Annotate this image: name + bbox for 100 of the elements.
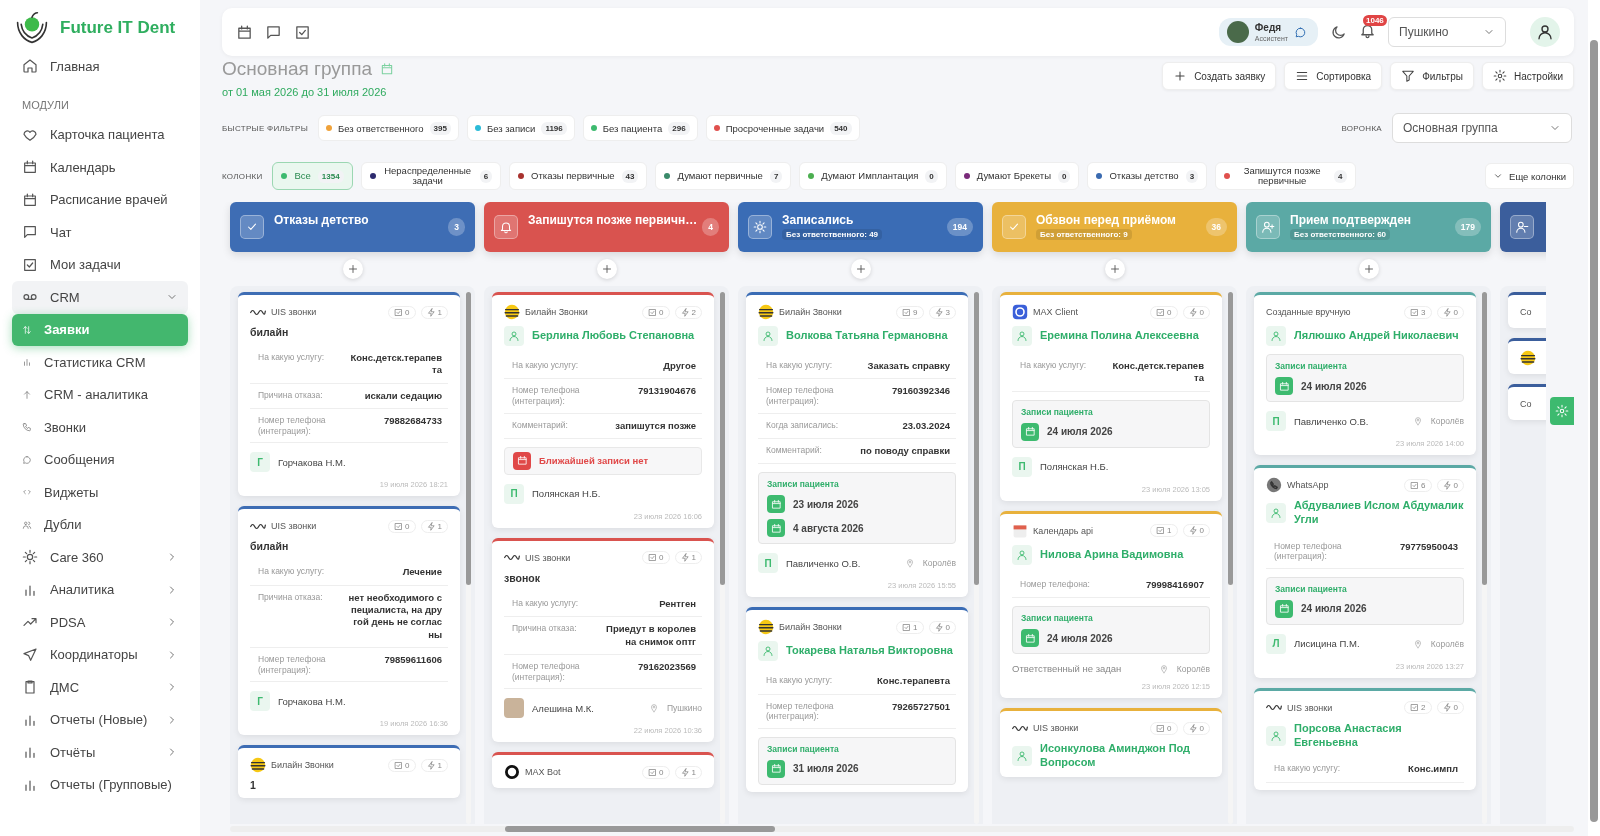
events-button[interactable]: 3 <box>928 305 956 319</box>
nav-item[interactable]: Календарь <box>12 151 188 184</box>
nav-item[interactable]: Отчеты (Новые) <box>12 703 188 736</box>
nav-item[interactable]: Аналитика <box>12 573 188 606</box>
add-button[interactable] <box>1358 259 1379 279</box>
events-button[interactable]: 0 <box>1436 478 1464 492</box>
nav-item[interactable]: Отчёты <box>12 736 188 769</box>
events-button[interactable]: 1 <box>674 551 702 565</box>
filter-chip[interactable]: Без пациента 296 <box>582 115 698 141</box>
tasks-button[interactable]: 0 <box>642 305 670 319</box>
add-button[interactable] <box>1104 259 1125 279</box>
events-button[interactable]: 0 <box>1182 305 1210 319</box>
nav-subitem[interactable]: Виджеты <box>12 476 188 509</box>
events-button[interactable]: 1 <box>674 765 702 779</box>
toolbar-button[interactable]: Настройки <box>1481 62 1574 90</box>
filter-chip[interactable]: Просроченные задачи 540 <box>705 115 860 141</box>
nav-subitem[interactable]: Статистика CRM <box>12 346 188 379</box>
nav-item[interactable]: Care 360 <box>12 541 188 574</box>
more-columns-button[interactable]: Еще колонки <box>1485 163 1574 189</box>
column-chip[interactable]: Отказы первичные 43 <box>509 162 648 190</box>
calendar-icon[interactable] <box>236 23 253 41</box>
column-chip[interactable]: Запишутся позже первичные 4 <box>1215 162 1356 190</box>
column-chip[interactable]: Отказы детство 3 <box>1087 162 1208 190</box>
column-chip[interactable]: Думают первичные 7 <box>655 162 792 190</box>
tasks-button[interactable]: 0 <box>642 551 670 565</box>
nav-item[interactable]: Координаторы <box>12 638 188 671</box>
tasks-button[interactable]: 9 <box>896 305 924 319</box>
request-card[interactable]: UIS звонки 0 0 Исонкулова Аминджон Под Вопросом <box>1000 708 1222 777</box>
nav-item[interactable]: CRM <box>12 281 188 314</box>
page-scrollbar[interactable] <box>1588 0 1600 836</box>
events-button[interactable]: 1 <box>420 758 448 772</box>
nav-item[interactable]: Карточка пациента <box>12 118 188 151</box>
user-avatar[interactable] <box>1530 17 1560 47</box>
nav-item[interactable]: Расписание врачей <box>12 183 188 216</box>
add-button[interactable] <box>342 259 363 279</box>
tasks-button[interactable]: 6 <box>1404 478 1432 492</box>
request-card[interactable] <box>746 292 968 598</box>
appointment-date[interactable]: 24 июля 2026 <box>1301 603 1367 615</box>
tasks-button[interactable]: 0 <box>1150 721 1178 735</box>
appointment-date[interactable]: 24 июля 2026 <box>1047 632 1113 644</box>
nav-item[interactable]: ДМС <box>12 671 188 704</box>
scrollbar[interactable] <box>974 292 979 824</box>
events-button[interactable]: 0 <box>1182 721 1210 735</box>
moon-icon[interactable] <box>1330 23 1347 41</box>
nav-subitem[interactable]: CRM - аналитика <box>12 378 188 411</box>
appointment-date[interactable]: 23 июля 2026 <box>793 498 859 510</box>
nav-item[interactable]: PDSA <box>12 606 188 639</box>
appointment-date[interactable]: 24 июля 2026 <box>1301 380 1367 392</box>
tasks-button[interactable]: 0 <box>388 758 416 772</box>
tasks-button[interactable]: 1 <box>1150 524 1178 538</box>
scrollbar[interactable] <box>1228 292 1233 824</box>
filter-chip[interactable]: Без записи 1196 <box>466 115 575 141</box>
tasks-button[interactable]: 0 <box>642 765 670 779</box>
events-button[interactable]: 0 <box>1436 701 1464 715</box>
request-card[interactable]: MAX Bot 0 1 <box>492 752 714 789</box>
nav-item[interactable]: Главная <box>12 50 188 83</box>
add-button[interactable] <box>596 259 617 279</box>
request-card[interactable]: UIS звонки 2 0 Порсова Анастасия Евгеньевна На какую услугу: Конс.импл <box>1254 687 1476 790</box>
nav-subitem[interactable]: Звонки <box>12 411 188 444</box>
nav-subitem[interactable]: Сообщения <box>12 443 188 476</box>
chat-icon[interactable] <box>265 23 282 41</box>
column-chip[interactable]: Думают Брекеты 0 <box>954 162 1080 190</box>
request-card[interactable]: Билайн Звонки 0 1 1 <box>238 745 460 799</box>
events-button[interactable]: 0 <box>1182 524 1210 538</box>
request-card[interactable]: Со <box>1508 292 1546 328</box>
appointment-date[interactable]: 31 июля 2026 <box>793 763 859 775</box>
events-button[interactable]: 1 <box>420 305 448 319</box>
tasks-button[interactable]: 1 <box>896 620 924 634</box>
scrollbar[interactable] <box>1482 292 1487 824</box>
nav-subitem[interactable]: Дубли <box>12 508 188 541</box>
scrollbar[interactable] <box>466 292 471 824</box>
events-button[interactable]: 0 <box>1436 305 1464 319</box>
filter-chip[interactable]: Без ответственного 395 <box>318 115 459 141</box>
add-button[interactable] <box>850 259 871 279</box>
tasks-button[interactable]: 0 <box>1150 305 1178 319</box>
funnel-select[interactable]: Основная группа <box>1392 113 1572 143</box>
settings-button[interactable] <box>1550 397 1574 425</box>
horizontal-scrollbar[interactable] <box>230 826 1574 832</box>
checkbox-icon[interactable] <box>294 23 311 41</box>
column-chip[interactable]: Думают Имплантация 0 <box>799 162 947 190</box>
nav-item[interactable]: Отчеты (Групповые) <box>12 768 188 801</box>
column-chip[interactable]: Все 1354 <box>272 162 353 190</box>
toolbar-button[interactable]: Фильтры <box>1390 62 1474 90</box>
tasks-button[interactable]: 3 <box>1404 305 1432 319</box>
tasks-button[interactable]: 0 <box>388 305 416 319</box>
branch-select[interactable]: Пушкино <box>1388 17 1506 47</box>
appointment-date[interactable]: 4 августа 2026 <box>793 522 864 534</box>
events-button[interactable]: 0 <box>928 620 956 634</box>
toolbar-button[interactable]: Сортировка <box>1284 62 1383 90</box>
nav-item[interactable]: Чат <box>12 216 188 249</box>
tasks-button[interactable]: 2 <box>1404 701 1432 715</box>
tasks-button[interactable]: 0 <box>388 519 416 533</box>
request-card[interactable]: Со <box>1508 384 1546 420</box>
events-button[interactable]: 2 <box>674 305 702 319</box>
request-card[interactable]: Билайн Звонки 1 0 Токарева Наталья Викторовна На какую услугу: Конс.терапевта Номер телефона (интеграция): 79265727501 Записи пациента 31 июля 2026 <box>746 607 968 792</box>
column-chip[interactable]: Нераспределенные задачи 6 <box>360 162 502 190</box>
scrollbar[interactable] <box>720 292 725 824</box>
appointment-date[interactable]: 24 июля 2026 <box>1047 426 1113 438</box>
toolbar-button[interactable]: Создать заявку <box>1162 62 1277 90</box>
nav-item[interactable]: Мои задачи <box>12 248 188 281</box>
